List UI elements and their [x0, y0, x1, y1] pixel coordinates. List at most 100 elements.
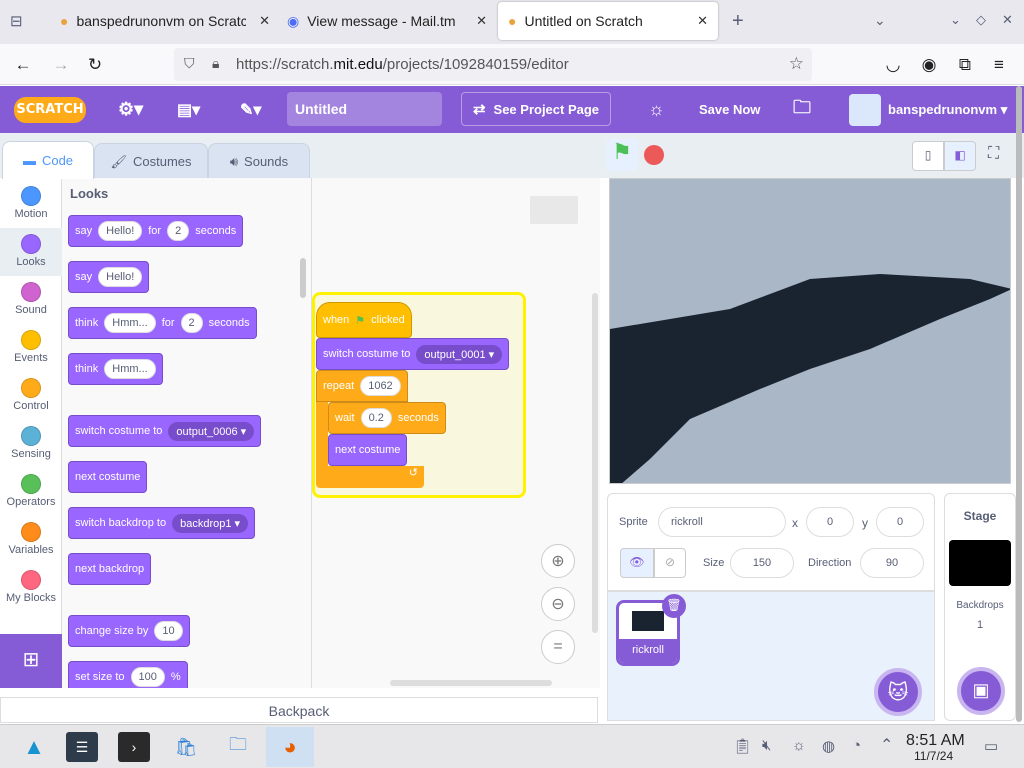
y-input[interactable]: 0 [876, 507, 924, 537]
back-icon[interactable]: ← [10, 52, 36, 78]
tab-code[interactable]: ▬ Code [2, 141, 94, 179]
block-input[interactable]: 2 [167, 221, 190, 241]
block-input[interactable]: 100 [130, 667, 165, 687]
backpack-bar[interactable]: Backpack [0, 697, 598, 723]
script-workspace[interactable]: when ⚑ clicked switch costume to output_000… [312, 178, 600, 688]
delete-sprite-trash-icon[interactable]: 🗑︎ [662, 594, 686, 618]
settings-app-icon[interactable]: ☰ [66, 732, 98, 762]
repeat-block[interactable]: repeat 1062 [316, 370, 408, 402]
category-motion[interactable]: Motion [0, 180, 62, 228]
network-icon[interactable]: ◍ [822, 737, 835, 755]
browser-tab-2[interactable]: ◉ View message - Mail.tm ✕ [277, 2, 497, 40]
terminal-icon[interactable]: › [118, 732, 150, 762]
close-window-icon[interactable]: ✕ [1002, 12, 1013, 28]
see-project-page-button[interactable]: ⇄ See Project Page [461, 92, 611, 126]
change-size-block[interactable]: change size by 10 [68, 615, 190, 647]
switch-backdrop-block[interactable]: switch backdrop to backdrop1 ▾ [68, 507, 256, 539]
url-bar[interactable]: ⛉ 🔒︎ https://scratch. mit.edu/projects/10… [174, 48, 812, 81]
palette-scrollbar[interactable] [300, 258, 306, 298]
zoom-reset-icon[interactable]: = [541, 630, 575, 664]
menu-icon[interactable]: ≡ [986, 52, 1012, 78]
block-input[interactable]: Hello! [98, 267, 143, 287]
add-backdrop-icon[interactable]: ▣ [957, 667, 1005, 715]
store-icon[interactable]: 🛍︎ [170, 732, 202, 762]
block-input[interactable]: 0.2 [360, 408, 392, 428]
category-my-blocks[interactable]: My Blocks [0, 564, 62, 612]
set-size-block[interactable]: set size to 100% [68, 661, 188, 688]
file-menu-icon[interactable]: ▤▾ [177, 86, 200, 133]
stage-canvas[interactable] [609, 178, 1011, 484]
category-sensing[interactable]: Sensing [0, 420, 62, 468]
block-input[interactable]: Hmm... [104, 359, 156, 379]
next-costume-script-block[interactable]: next costume [328, 434, 408, 466]
backdrop-dropdown[interactable]: backdrop1 ▾ [172, 513, 249, 533]
category-variables[interactable]: Variables [0, 516, 62, 564]
minimize-icon[interactable]: ⌄ [950, 12, 961, 28]
close-tab-icon[interactable]: ✕ [259, 13, 270, 29]
block-input[interactable]: 10 [154, 621, 183, 641]
brightness-icon[interactable]: ☼ [792, 737, 806, 754]
sprite-name-input[interactable]: rickroll [658, 507, 786, 537]
edit-menu-icon[interactable]: ✎▾ [240, 86, 261, 133]
stage-selector-panel[interactable]: Stage Backdrops 1 ▣ [944, 493, 1016, 721]
category-looks[interactable]: Looks [0, 228, 62, 276]
maximize-icon[interactable]: ◇ [976, 12, 986, 28]
block-input[interactable]: 2 [180, 313, 203, 333]
browser-tab-3[interactable]: ● Untitled on Scratch ✕ [498, 2, 718, 40]
project-title-input[interactable]: Untitled [287, 92, 442, 126]
firefox-icon[interactable]: ◕ [266, 727, 314, 767]
direction-input[interactable]: 90 [860, 548, 924, 578]
when-flag-clicked-block[interactable]: when ⚑ clicked [316, 302, 412, 338]
category-events[interactable]: Events [0, 324, 62, 372]
show-sprite-eye-icon[interactable]: 👁︎ [620, 548, 654, 578]
switch-costume-script-block[interactable]: switch costume to output_0001 ▾ [316, 338, 510, 370]
clock-date[interactable]: 11/7/24 [914, 749, 953, 763]
workspace-scrollbar-v[interactable] [592, 293, 598, 633]
add-extension-button[interactable]: ⊞ [0, 634, 62, 688]
category-control[interactable]: Control [0, 372, 62, 420]
hide-sprite-icon[interactable]: ⊘ [654, 548, 686, 578]
tab-sounds[interactable]: 🔊︎ Sounds [208, 143, 310, 179]
zoom-in-icon[interactable]: ⊕ [541, 544, 575, 578]
turbo-lightbulb-icon[interactable]: ☼ [648, 86, 665, 133]
size-input[interactable]: 150 [730, 548, 794, 578]
browser-tab-1[interactable]: ● banspedrunonvm on Scratch ✕ [50, 2, 280, 40]
normal-stage-icon[interactable]: ◧ [944, 141, 976, 171]
volume-muted-icon[interactable]: 🔇︎ [762, 737, 771, 754]
x-input[interactable]: 0 [806, 507, 854, 537]
add-sprite-cat-icon[interactable]: 🐱︎ [874, 668, 922, 716]
show-desktop-icon[interactable]: ▭ [984, 737, 998, 755]
costume-dropdown[interactable]: output_0001 ▾ [416, 344, 503, 364]
small-stage-icon[interactable]: ▯ [912, 141, 944, 171]
pocket-icon[interactable]: ◡ [880, 52, 906, 78]
username-menu[interactable]: banspedrunonvm ▾ [888, 86, 1007, 133]
user-avatar[interactable] [849, 94, 881, 126]
workspace-scrollbar-h[interactable] [390, 680, 552, 686]
switch-costume-block[interactable]: switch costume to output_0006 ▾ [68, 415, 262, 447]
clock-time[interactable]: 8:51 AM [906, 732, 965, 750]
page-scrollbar[interactable] [1016, 86, 1022, 722]
zoom-out-icon[interactable]: ⊖ [541, 587, 575, 621]
green-flag-button[interactable]: ⚑ [606, 139, 638, 171]
reload-icon[interactable]: ↻ [82, 52, 108, 78]
bookmark-star-icon[interactable]: ☆ [789, 54, 804, 74]
next-costume-block[interactable]: next costume [68, 461, 148, 493]
new-tab-icon[interactable]: + [732, 10, 744, 33]
my-stuff-folder-icon[interactable]: 🗀 [793, 86, 811, 133]
category-sound[interactable]: Sound [0, 276, 62, 324]
fullscreen-icon[interactable]: ⛶ [988, 145, 999, 163]
forward-icon[interactable]: → [48, 52, 74, 78]
update-icon[interactable]: ◔ [852, 737, 861, 754]
tab-costumes[interactable]: 🖌︎ Costumes [94, 143, 208, 179]
costume-dropdown[interactable]: output_0006 ▾ [168, 421, 255, 441]
tab-overview-icon[interactable]: ⊟ [10, 12, 23, 30]
category-operators[interactable]: Operators [0, 468, 62, 516]
close-tab-icon[interactable]: ✕ [476, 13, 487, 29]
save-now-button[interactable]: Save Now [699, 86, 760, 133]
think-for-block[interactable]: think Hmm... for 2 seconds [68, 307, 257, 339]
settings-gear-icon[interactable]: ⚙▾ [118, 86, 143, 133]
files-icon[interactable]: 🗀 [222, 732, 254, 762]
say-for-block[interactable]: say Hello! for 2 seconds [68, 215, 244, 247]
wait-block[interactable]: wait 0.2 seconds [328, 402, 446, 434]
clipboard-icon[interactable]: 📋︎ [733, 737, 752, 755]
